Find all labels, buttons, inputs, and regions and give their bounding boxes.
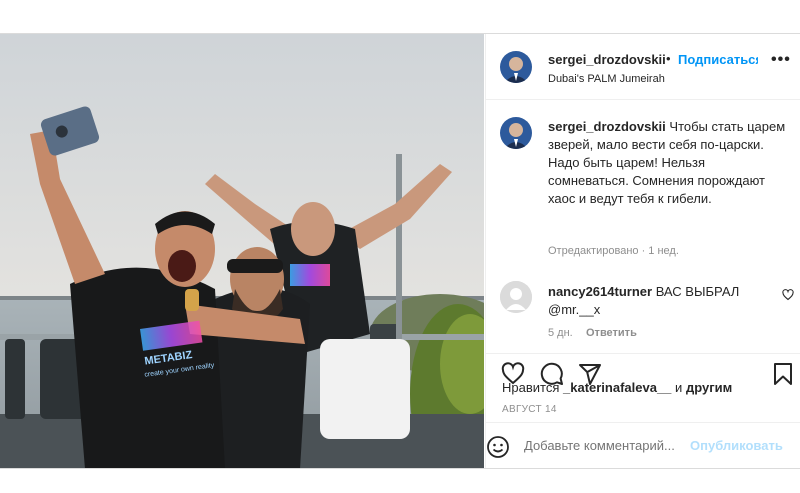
comment-text-block: nancy2614turner ВАС ВЫБРАЛ @mr.__x — [548, 283, 768, 319]
publish-button[interactable]: Опубликовать — [690, 438, 783, 453]
likes-prefix: Нравится — [502, 380, 560, 395]
author-avatar[interactable] — [500, 51, 532, 83]
author-username[interactable]: sergei_drozdovskii — [548, 52, 666, 67]
bookmark-icon[interactable] — [771, 362, 795, 386]
caption-username[interactable]: sergei_drozdovskii — [548, 119, 666, 134]
likes-conj: и — [675, 380, 683, 395]
caption-text-block: sergei_drozdovskii Чтобы стать царем зве… — [548, 118, 788, 208]
caption-author-avatar[interactable] — [500, 117, 532, 149]
post-side-panel: sergei_drozdovskii • Подписаться ••• Dub… — [485, 34, 800, 469]
post-location[interactable]: Dubai's PALM Jumeirah — [548, 73, 665, 85]
more-options-icon[interactable]: ••• — [771, 51, 791, 69]
caption-meta: Отредактировано · 1 нед. — [548, 245, 679, 257]
header-separator: • — [666, 51, 671, 66]
post-header: sergei_drozdovskii • Подписаться ••• Dub… — [486, 34, 800, 100]
likes-others[interactable]: другим — [686, 380, 732, 395]
comment-time: 5 дн. — [548, 327, 573, 339]
post-card: METABIZ create your own reality sergei_d… — [0, 34, 800, 469]
comments-section: sergei_drozdovskii Чтобы стать царем зве… — [486, 101, 800, 353]
add-comment-input[interactable] — [524, 438, 684, 453]
add-comment-bar: Опубликовать — [486, 422, 800, 469]
commenter-avatar[interactable] — [500, 281, 532, 313]
post-photo[interactable]: METABIZ create your own reality — [0, 34, 484, 469]
likes-user[interactable]: _katerinafaleva__ — [563, 380, 671, 395]
comment-like-icon[interactable] — [782, 289, 794, 304]
reply-button[interactable]: Ответить — [586, 327, 637, 339]
comment-text: ВАС ВЫБРАЛ — [655, 284, 740, 299]
comment-username[interactable]: nancy2614turner — [548, 284, 652, 299]
emoji-icon[interactable] — [486, 435, 510, 459]
bottom-divider — [0, 468, 800, 469]
photo-illustration: METABIZ create your own reality — [0, 34, 484, 469]
comment-mention[interactable]: @mr.__x — [548, 302, 600, 317]
post-date: АВГУСТ 14 — [502, 404, 557, 415]
follow-button[interactable]: Подписаться — [678, 52, 758, 67]
likes-line: Нравится _katerinafaleva__ и другим — [502, 380, 732, 395]
